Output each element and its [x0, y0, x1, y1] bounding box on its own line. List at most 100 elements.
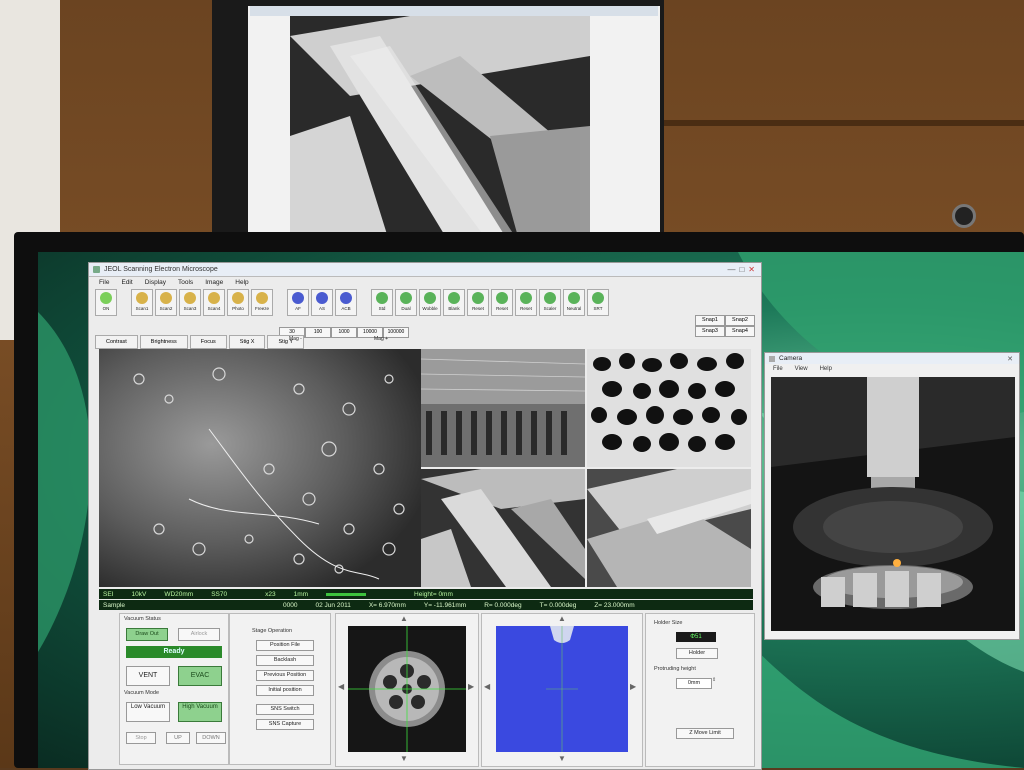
snap1-button[interactable]: Snap1: [695, 315, 725, 326]
camera-menu-bar: File View Help: [765, 364, 1019, 374]
camera-menu-view[interactable]: View: [795, 366, 808, 372]
main-toolbar: ON Scan1 Scan2 Scan3 Scan4 Photo Freeze AF AS ACB…: [95, 289, 609, 317]
menu-file[interactable]: File: [99, 279, 109, 286]
backlash-button[interactable]: Backlash: [256, 655, 314, 666]
holder-height-view[interactable]: [496, 626, 628, 752]
reset-icon: [472, 292, 484, 304]
camera-window: Camera ✕ File View Help: [764, 352, 1020, 640]
toolbar-srt-button[interactable]: SRT: [587, 289, 609, 316]
status-x-position: X= 6.970mm: [368, 601, 406, 609]
snap3-button[interactable]: Snap3: [695, 326, 725, 337]
spinner-icon[interactable]: ⇕: [712, 677, 716, 683]
thumbnail-image-3[interactable]: [421, 469, 585, 587]
menu-tools[interactable]: Tools: [178, 279, 193, 286]
menu-display[interactable]: Display: [145, 279, 166, 286]
stage-navigation-panel: ▲ ▼ ◀ ▶: [335, 613, 479, 767]
down-button[interactable]: DOWN: [196, 732, 226, 744]
toolbar-std-button[interactable]: Std: [371, 289, 393, 316]
menu-help[interactable]: Help: [235, 279, 248, 286]
up-button[interactable]: UP: [166, 732, 190, 744]
protruding-height-field[interactable]: 0mm: [676, 678, 712, 689]
toolbar-reset-button[interactable]: Reset: [491, 289, 513, 316]
position-file-button[interactable]: Position File: [256, 640, 314, 651]
toolbar-button-label: Reset: [472, 306, 484, 311]
mag-minus-button[interactable]: Mag -: [289, 336, 302, 342]
ht-icon: [100, 292, 112, 304]
z-down-arrow-icon[interactable]: ▼: [558, 754, 566, 763]
tab-brightness[interactable]: Brightness: [139, 335, 188, 349]
toolbar-on-button[interactable]: ON: [95, 289, 117, 316]
toolbar-wobble-button[interactable]: Wobble: [419, 289, 441, 316]
airlock-button[interactable]: Airlock: [178, 628, 220, 641]
scan-icon: [160, 292, 172, 304]
evac-button[interactable]: EVAC: [178, 666, 222, 686]
mag-preset-100[interactable]: 100: [305, 327, 331, 338]
toolbar-neutral-button[interactable]: Neutral: [563, 289, 585, 316]
camera-close-icon[interactable]: ✕: [1007, 355, 1019, 363]
toolbar-scan1-button[interactable]: Scan1: [131, 289, 153, 316]
menu-image[interactable]: Image: [205, 279, 223, 286]
previous-position-button[interactable]: Previous Position: [256, 670, 314, 681]
toolbar-as-button[interactable]: AS: [311, 289, 333, 316]
thumbnail-image-2[interactable]: [587, 349, 751, 467]
status-spot-size: SS70: [211, 590, 228, 598]
toolbar-blank-button[interactable]: Blank: [443, 289, 465, 316]
toolbar-af-button[interactable]: AF: [287, 289, 309, 316]
thumbnail-image-4[interactable]: [587, 469, 751, 587]
tab-contrast[interactable]: Contrast: [95, 335, 138, 349]
high-vacuum-button[interactable]: High Vacuum: [178, 702, 222, 722]
snap2-button[interactable]: Snap2: [725, 315, 755, 326]
toolbar-reset-button[interactable]: Reset: [467, 289, 489, 316]
close-button[interactable]: ✕: [748, 265, 755, 274]
draw-out-button[interactable]: Draw Out: [126, 628, 168, 641]
toolbar-separator: [359, 289, 369, 317]
camera-menu-help[interactable]: Help: [820, 366, 832, 372]
holder-settings-panel: Holder Size Φ51 Holder Protruding height…: [645, 613, 755, 767]
toolbar-button-label: Freeze: [254, 306, 269, 311]
toolbar-dual-button[interactable]: Dual: [395, 289, 417, 316]
z-up-arrow-icon[interactable]: ▲: [558, 614, 566, 623]
toolbar-button-label: ON: [102, 306, 110, 311]
z-move-limit-button[interactable]: Z Move Limit: [676, 728, 734, 739]
toolbar-reset-button[interactable]: Reset: [515, 289, 537, 316]
tab-focus[interactable]: Focus: [189, 335, 227, 349]
thumbnail-image-1[interactable]: [421, 349, 585, 467]
z-left-arrow-icon[interactable]: ◀: [484, 682, 490, 691]
scan-icon: [184, 292, 196, 304]
toolbar-scan2-button[interactable]: Scan2: [155, 289, 177, 316]
toolbar-scan3-button[interactable]: Scan3: [179, 289, 201, 316]
stage-up-arrow-icon[interactable]: ▲: [400, 614, 408, 623]
vacuum-mode-title: Vacuum Mode: [124, 690, 160, 696]
toolbar-scaler-button[interactable]: Scaler: [539, 289, 561, 316]
maximize-button[interactable]: □: [739, 265, 744, 274]
menu-edit[interactable]: Edit: [121, 279, 132, 286]
z-right-arrow-icon[interactable]: ▶: [630, 682, 636, 691]
stage-down-arrow-icon[interactable]: ▼: [400, 754, 408, 763]
toolbar-acb-button[interactable]: ACB: [335, 289, 357, 316]
af-icon: [292, 292, 304, 304]
status-image-count: 0000: [283, 601, 298, 609]
holder-button[interactable]: Holder: [676, 648, 718, 659]
camera-menu-file[interactable]: File: [773, 366, 783, 372]
sns-capture-button[interactable]: SNS Capture: [256, 719, 314, 730]
stage-left-arrow-icon[interactable]: ◀: [338, 682, 344, 691]
live-sem-image[interactable]: [99, 349, 421, 587]
vent-button[interactable]: VENT: [126, 666, 170, 686]
minimize-button[interactable]: —: [727, 265, 735, 274]
vacuum-status-title: Vacuum Status: [124, 616, 161, 622]
mag-plus-button[interactable]: Mag +: [374, 336, 388, 342]
sns-switch-button[interactable]: SNS Switch: [256, 704, 314, 715]
snap4-button[interactable]: Snap4: [725, 326, 755, 337]
toolbar-freeze-button[interactable]: Freeze: [251, 289, 273, 316]
stage-holder-view[interactable]: [348, 626, 466, 752]
mag-preset-1000[interactable]: 1000: [331, 327, 357, 338]
toolbar-scan4-button[interactable]: Scan4: [203, 289, 225, 316]
holder-size-value: Φ51: [676, 632, 716, 642]
stage-right-arrow-icon[interactable]: ▶: [468, 682, 474, 691]
toolbar-photo-button[interactable]: Photo: [227, 289, 249, 316]
tab-stig-x[interactable]: Stig X: [228, 335, 266, 349]
dual-icon: [400, 292, 412, 304]
stop-button[interactable]: Stop: [126, 732, 156, 744]
initial-position-button[interactable]: Initial position: [256, 685, 314, 696]
low-vacuum-button[interactable]: Low Vacuum: [126, 702, 170, 722]
